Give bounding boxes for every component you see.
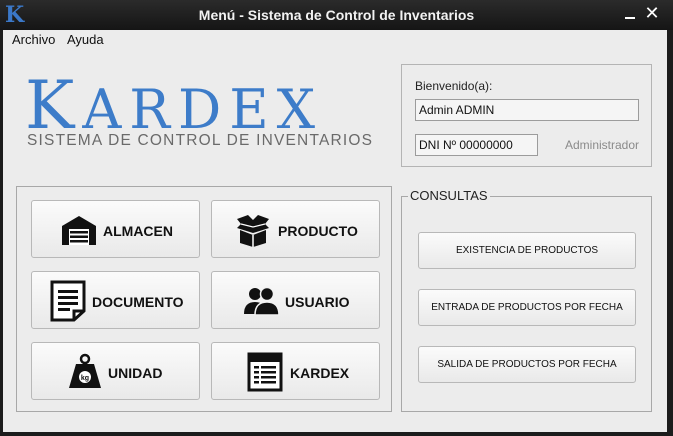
menu-archivo[interactable]: Archivo xyxy=(12,32,55,47)
user-dni-field[interactable]: DNI Nº 00000000 xyxy=(415,134,538,156)
welcome-label: Bienvenido(a): xyxy=(415,79,493,93)
logo-title: KARDEX xyxy=(25,73,323,140)
consultas-title: CONSULTAS xyxy=(408,188,490,203)
logo-subtitle: SISTEMA DE CONTROL DE INVENTARIOS xyxy=(27,132,374,149)
documento-button[interactable]: DOCUMENTO xyxy=(31,271,200,329)
close-button[interactable]: ✕ xyxy=(642,4,662,24)
entrada-productos-button[interactable]: ENTRADA DE PRODUCTOS POR FECHA xyxy=(418,289,636,326)
usuario-label: USUARIO xyxy=(285,294,350,310)
warehouse-icon xyxy=(62,216,96,245)
documento-label: DOCUMENTO xyxy=(92,294,184,310)
menu-bar: Archivo Ayuda xyxy=(3,30,667,50)
user-role-label: Administrador xyxy=(565,138,640,152)
salida-productos-button[interactable]: SALIDA DE PRODUCTOS POR FECHA xyxy=(418,346,636,383)
unidad-label: UNIDAD xyxy=(108,365,163,381)
almacen-label: ALMACEN xyxy=(103,223,173,239)
existencia-productos-button[interactable]: EXISTENCIA DE PRODUCTOS xyxy=(418,232,636,269)
window-title: Menú - Sistema de Control de Inventarios xyxy=(198,7,475,23)
unidad-button[interactable]: kg UNIDAD xyxy=(31,342,200,400)
svg-text:kg: kg xyxy=(81,375,89,382)
menu-ayuda[interactable]: Ayuda xyxy=(67,32,104,47)
almacen-button[interactable]: ALMACEN xyxy=(31,200,200,258)
users-icon xyxy=(244,286,280,316)
weight-icon: kg xyxy=(69,353,101,388)
kardex-sheet-icon xyxy=(247,352,283,392)
minimize-button[interactable] xyxy=(620,4,640,24)
user-info-panel: Bienvenido(a): Admin ADMIN DNI Nº 000000… xyxy=(401,64,652,167)
user-name-field[interactable]: Admin ADMIN xyxy=(415,99,639,121)
boxes-icon xyxy=(237,215,269,247)
producto-label: PRODUCTO xyxy=(278,223,358,239)
title-bar[interactable]: K Menú - Sistema de Control de Inventari… xyxy=(0,0,673,30)
kardex-button[interactable]: KARDEX xyxy=(211,342,380,400)
document-icon xyxy=(50,280,86,322)
main-window: K Menú - Sistema de Control de Inventari… xyxy=(0,0,673,436)
kardex-label: KARDEX xyxy=(290,365,350,381)
usuario-button[interactable]: USUARIO xyxy=(211,271,380,329)
producto-button[interactable]: PRODUCTO xyxy=(211,200,380,258)
kardex-logo: KARDEX SISTEMA DE CONTROL DE INVENTARIOS xyxy=(25,73,385,156)
client-area: Archivo Ayuda KARDEX SISTEMA DE CONTROL … xyxy=(3,30,667,432)
